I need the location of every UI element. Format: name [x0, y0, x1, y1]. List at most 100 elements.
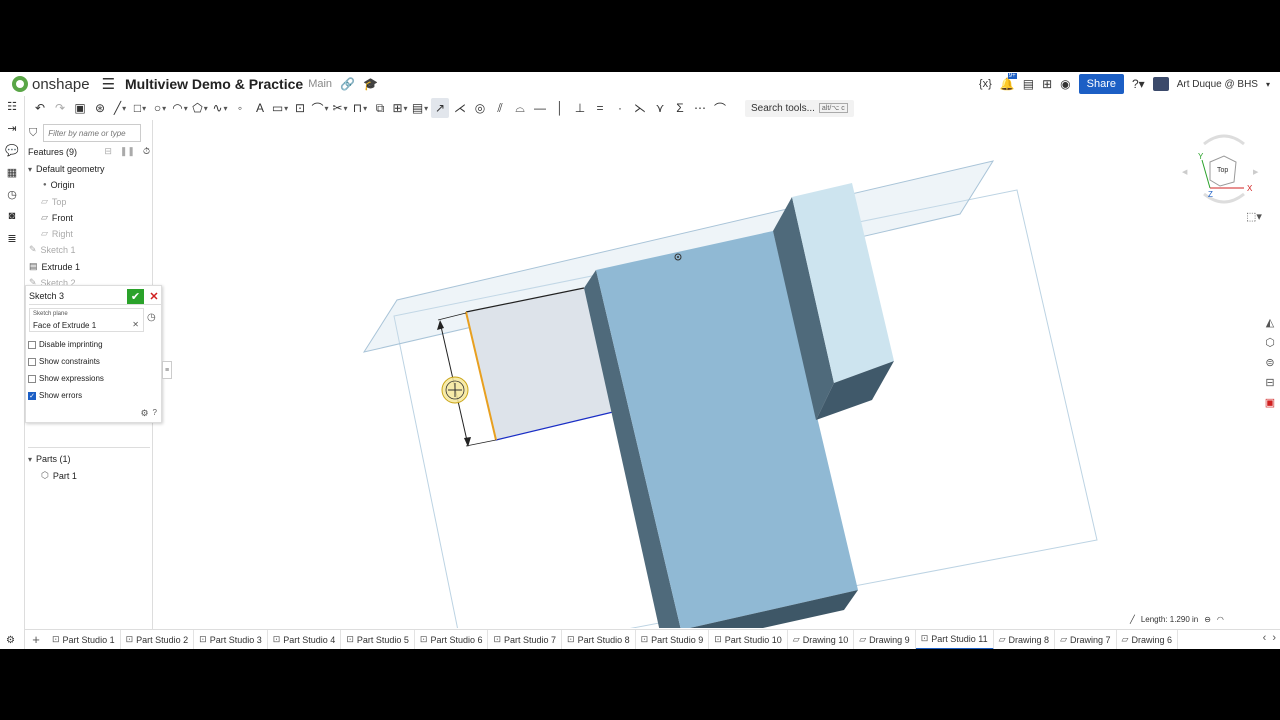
show-expressions-checkbox[interactable]: Show expressions [28, 374, 104, 383]
arrow-left-icon[interactable]: ◀ [1182, 169, 1188, 176]
timer-icon[interactable]: ⏱ [143, 146, 150, 157]
tab-manager-icon[interactable]: ⚙ [6, 635, 15, 646]
tab-part-studio-11[interactable]: ⊡ Part Studio 11 [915, 629, 994, 649]
appearance-panel-icon[interactable]: ◭ [1266, 316, 1274, 329]
sketch-dialog-title[interactable]: Sketch 3 [29, 291, 64, 301]
variables-table-icon[interactable]: ▦ [6, 166, 19, 179]
tab-drawing-10[interactable]: ▱ Drawing 10 [788, 629, 855, 649]
arrow-right-icon[interactable]: ▶ [1253, 169, 1259, 176]
app-store-icon[interactable]: ⊞ [1042, 77, 1052, 91]
clear-plane-icon[interactable]: ✕ [132, 320, 139, 329]
tab-part-studio-5[interactable]: ⊡ Part Studio 5 [341, 629, 415, 649]
coincident-icon[interactable]: ⋌ [451, 98, 469, 118]
insert-image-icon[interactable]: ▭ ▾ [271, 98, 289, 118]
disable-imprinting-checkbox[interactable]: Disable imprinting [28, 340, 103, 349]
variable-studio-icon[interactable]: ▣ [1265, 396, 1275, 409]
insert-icon[interactable]: ⇥ [6, 122, 19, 135]
filter-input[interactable] [43, 124, 142, 142]
checkbox-box[interactable] [28, 340, 36, 349]
trim-tool-icon[interactable]: ✂ ▾ [331, 98, 349, 118]
avatar[interactable] [1152, 77, 1169, 91]
horizontal-icon[interactable]: — [531, 98, 549, 118]
checkbox-box[interactable] [28, 374, 36, 383]
point-tool-icon[interactable]: ◦ [231, 98, 249, 118]
tree-origin[interactable]: ● Origin [43, 180, 75, 190]
pierce-icon[interactable]: ⋎ [651, 98, 669, 118]
branch-name[interactable]: Main [308, 78, 332, 90]
comments-icon[interactable]: 💬 [5, 144, 19, 157]
tab-part-studio-3[interactable]: ⊡ Part Studio 3 [194, 629, 268, 649]
tab-part-studio-9[interactable]: ⊡ Part Studio 9 [636, 629, 710, 649]
undo-icon[interactable]: ↶ [31, 98, 49, 118]
tree-part-1[interactable]: ⬡ Part 1 [41, 470, 77, 481]
polygon-tool-icon[interactable]: ⬠ ▾ [191, 98, 209, 118]
expand-icon[interactable]: ▾ [28, 455, 32, 464]
transform-tool-icon[interactable]: ▤ ▾ [411, 98, 429, 118]
tab-part-studio-4[interactable]: ⊡ Part Studio 4 [268, 629, 342, 649]
help-icon[interactable]: ?▾ [1132, 77, 1145, 91]
curvature-icon[interactable]: ⌒ [711, 98, 729, 118]
search-tools-input[interactable]: Search tools... alt/⌥ c [745, 99, 854, 117]
checkbox-box-checked[interactable]: ✓ [28, 391, 36, 400]
menu-icon[interactable]: ☰ [102, 75, 115, 93]
feature-list-icon[interactable]: ☷ [6, 100, 19, 113]
add-tab-icon[interactable]: + [25, 632, 47, 647]
show-errors-checkbox[interactable]: ✓ Show errors [28, 391, 82, 400]
tree-front-plane[interactable]: ▱ Front [41, 212, 73, 223]
concentric-icon[interactable]: ◎ [471, 98, 489, 118]
protractor-icon[interactable]: ◠ [1217, 615, 1224, 624]
fillet-tool-icon[interactable]: ⌒ ▾ [311, 98, 329, 118]
share-button[interactable]: Share [1078, 74, 1124, 94]
tab-part-studio-7[interactable]: ⊡ Part Studio 7 [488, 629, 563, 649]
variables-icon[interactable]: {x} [979, 78, 992, 90]
extrude-icon[interactable]: ⊛ [91, 98, 109, 118]
equal-icon[interactable]: = [591, 98, 609, 118]
redo-icon[interactable]: ↷ [51, 98, 69, 118]
expand-icon[interactable]: ▾ [28, 165, 32, 174]
new-folder-icon[interactable]: ⊟ [104, 146, 112, 157]
sketch-icon[interactable]: ▣ [71, 98, 89, 118]
notifications-icon[interactable]: 🔔 9+ [1000, 73, 1017, 91]
tab-part-studio-8[interactable]: ⊡ Part Studio 8 [562, 629, 636, 649]
onshape-logo[interactable]: onshape [12, 76, 90, 93]
tree-default-geometry[interactable]: ▾ Default geometry [28, 164, 105, 174]
symmetric-icon[interactable]: Σ [671, 98, 689, 118]
tab-part-studio-2[interactable]: ⊡ Part Studio 2 [121, 629, 195, 649]
midpoint-icon[interactable]: · [611, 98, 629, 118]
tab-part-studio-10[interactable]: ⊡ Part Studio 10 [709, 629, 788, 649]
tab-drawing-7[interactable]: ▱ Drawing 7 [1055, 629, 1117, 649]
graphics-viewport[interactable] [154, 120, 1260, 628]
view-cube[interactable]: ◀ ▶ Top X Y Z [1180, 130, 1260, 210]
pause-icon[interactable]: ❚❚ [120, 146, 135, 157]
vertical-icon[interactable]: │ [551, 98, 569, 118]
checkbox-box[interactable] [28, 357, 36, 366]
text-tool-icon[interactable]: A [251, 98, 269, 118]
document-title[interactable]: Multiview Demo & Practice [125, 76, 303, 92]
bom-icon[interactable]: ≣ [6, 232, 19, 245]
configurations-icon[interactable]: ⬡ [1265, 336, 1275, 349]
rotate-arc-icon[interactable] [1203, 134, 1245, 146]
accept-check-icon[interactable]: ✔ [127, 288, 144, 304]
tree-extrude-1[interactable]: ▤ Extrude 1 [29, 261, 80, 272]
measure-tool-icon[interactable]: ⊖ [1204, 615, 1211, 624]
tab-drawing-8[interactable]: ▱ Drawing 8 [994, 629, 1056, 649]
compass-icon[interactable]: ◉ [1060, 77, 1070, 91]
tab-drawing-6[interactable]: ▱ Drawing 6 [1117, 629, 1178, 649]
pattern-tool-icon[interactable]: ⊞ ▾ [391, 98, 409, 118]
tab-part-studio-6[interactable]: ⊡ Part Studio 6 [415, 629, 489, 649]
tree-right-plane[interactable]: ▱ Right [41, 228, 73, 239]
tangent-icon[interactable]: ⌓ [511, 98, 529, 118]
use-tool-icon[interactable]: ↗ [431, 98, 449, 118]
learning-center-icon[interactable]: 🎓 [363, 77, 378, 91]
scroll-right-icon[interactable]: › [1272, 632, 1276, 644]
line-tool-icon[interactable]: ╱ ▾ [111, 98, 129, 118]
release-icon[interactable]: ▤ [1023, 77, 1034, 91]
tree-top-plane[interactable]: ▱ Top [41, 196, 66, 207]
mass-properties-icon[interactable]: ⊜ [1265, 356, 1274, 369]
show-constraints-checkbox[interactable]: Show constraints [28, 357, 100, 366]
sketch-settings-icon[interactable]: ⚙ [140, 408, 148, 419]
circle-tool-icon[interactable]: ○ ▾ [151, 98, 169, 118]
view-options-icon[interactable]: ⬚▾ [1246, 210, 1262, 223]
link-icon[interactable]: 🔗 [340, 77, 355, 91]
arc-tool-icon[interactable]: ◠ ▾ [171, 98, 189, 118]
